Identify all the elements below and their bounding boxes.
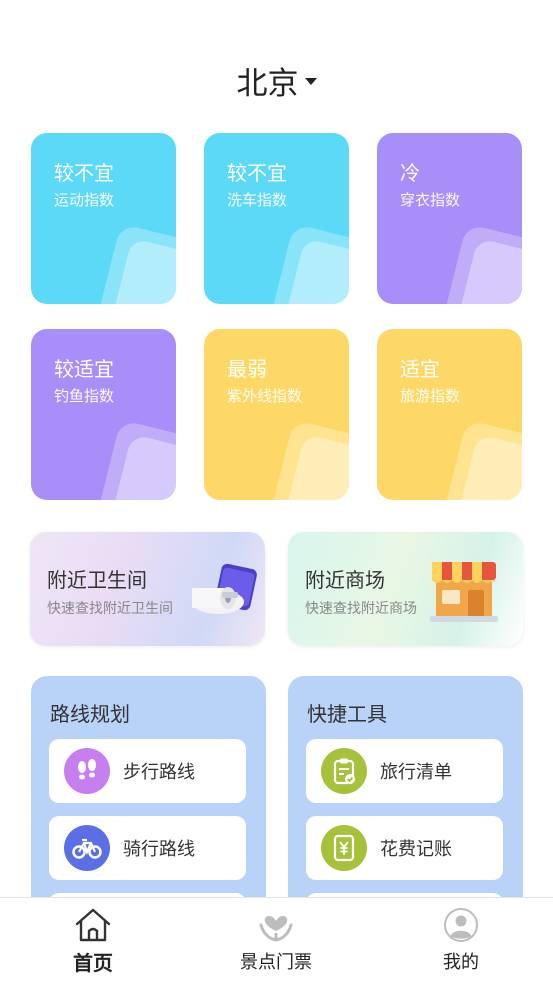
tab-label: 景点门票 [240, 952, 312, 973]
cycling-route-label: 骑行路线 [123, 839, 195, 860]
footprints-icon [64, 748, 110, 794]
bottom-tab-bar: 首页 景点门票 我的 [0, 897, 553, 983]
life-index-grid: 较不宜 运动指数 较不宜 洗车指数 冷 穿衣指数 较适宜 钓鱼指数 最弱 紫外线… [31, 133, 522, 501]
walking-route-button[interactable]: 步行路线 [49, 739, 246, 803]
cycling-route-button[interactable]: 骑行路线 [49, 816, 246, 880]
travel-checklist-label: 旅行清单 [380, 762, 452, 783]
index-card-dressing[interactable]: 冷 穿衣指数 [377, 133, 522, 304]
bicycle-icon [64, 825, 110, 871]
nearby-mall-card[interactable]: 附近商场 快速查找附近商场 [288, 532, 523, 646]
index-label: 运动指数 [54, 191, 115, 209]
index-value: 较不宜 [227, 161, 287, 185]
index-value: 最弱 [227, 357, 267, 381]
tab-profile[interactable]: 我的 [401, 898, 521, 983]
index-card-sport[interactable]: 较不宜 运动指数 [31, 133, 176, 304]
index-value: 适宜 [400, 357, 440, 381]
nearby-toilet-card[interactable]: 附近卫生间 快速查找附近卫生间 [30, 532, 265, 646]
profile-icon [444, 908, 478, 942]
walking-route-label: 步行路线 [123, 762, 195, 783]
panel-title: 快捷工具 [307, 702, 387, 726]
travel-checklist-button[interactable]: 旅行清单 [306, 739, 503, 803]
shop-icon [430, 562, 498, 622]
tab-scenic-tickets[interactable]: 景点门票 [216, 898, 336, 983]
city-selector[interactable]: 北京 [237, 58, 317, 103]
caret-down-icon [304, 78, 317, 85]
index-label: 紫外线指数 [227, 387, 303, 405]
index-value: 较适宜 [54, 357, 114, 381]
header: 北京 [0, 58, 553, 103]
clipboard-icon [321, 748, 367, 794]
index-card-uv[interactable]: 最弱 紫外线指数 [204, 329, 349, 500]
expense-record-label: 花费记账 [380, 839, 452, 860]
tab-label: 我的 [443, 952, 479, 973]
index-label: 洗车指数 [227, 191, 288, 209]
city-name: 北京 [236, 66, 299, 102]
yuan-receipt-icon [321, 825, 367, 871]
index-value: 较不宜 [54, 161, 114, 185]
scenic-ticket-icon [259, 915, 293, 942]
promo-title: 附近商场 [305, 568, 385, 592]
promo-subtitle: 快速查找附近商场 [305, 601, 417, 617]
index-label: 钓鱼指数 [54, 387, 115, 405]
index-card-travel[interactable]: 适宜 旅游指数 [377, 329, 522, 500]
index-label: 穿衣指数 [400, 191, 461, 209]
promo-subtitle: 快速查找附近卫生间 [47, 601, 173, 617]
home-icon [75, 908, 111, 942]
tab-label: 首页 [73, 951, 113, 975]
expense-record-button[interactable]: 花费记账 [306, 816, 503, 880]
index-card-carwash[interactable]: 较不宜 洗车指数 [204, 133, 349, 304]
panel-title: 路线规划 [50, 702, 130, 726]
index-label: 旅游指数 [400, 387, 461, 405]
promo-title: 附近卫生间 [47, 568, 147, 592]
toilet-paper-icon [192, 563, 257, 614]
index-card-fishing[interactable]: 较适宜 钓鱼指数 [31, 329, 176, 500]
tab-home[interactable]: 首页 [33, 898, 153, 983]
index-value: 冷 [400, 161, 420, 185]
